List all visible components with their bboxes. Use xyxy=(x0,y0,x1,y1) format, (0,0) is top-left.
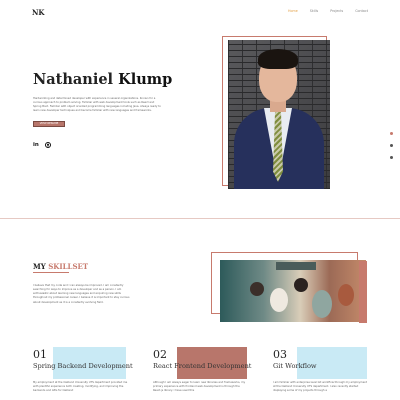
dot-skills[interactable] xyxy=(390,144,393,147)
skillset-title: MY SKILLSET xyxy=(33,262,89,271)
dot-home[interactable] xyxy=(390,132,393,135)
card-text: My employment at the Oakland University … xyxy=(33,381,128,393)
main-nav: Home Skills Projects Contact xyxy=(288,9,368,13)
github-icon[interactable] xyxy=(45,142,51,148)
card-number: 03 xyxy=(273,348,287,361)
card-number: 01 xyxy=(33,348,47,361)
card-number: 02 xyxy=(153,348,167,361)
hero-description: Hardworking and determined developer wit… xyxy=(33,97,161,113)
dot-projects[interactable] xyxy=(390,156,393,159)
site-logo[interactable]: NK xyxy=(32,8,44,17)
skillset-description: I believe that my code and I can always … xyxy=(33,284,130,304)
card-title: Git Workflow xyxy=(273,362,317,370)
nav-projects[interactable]: Projects xyxy=(330,9,343,13)
nav-skills[interactable]: Skills xyxy=(310,9,318,13)
skillset-underline xyxy=(33,272,69,273)
card-title: Spring Backend Development xyxy=(33,362,133,370)
card-text: I am familiar with enterprise level Git … xyxy=(273,381,367,393)
nav-contact[interactable]: Contact xyxy=(355,9,368,13)
first-name: Nathaniel xyxy=(33,71,114,88)
card-title: React Frontend Development xyxy=(153,362,252,370)
page-dots xyxy=(390,132,393,168)
profile-photo xyxy=(228,40,330,189)
nav-home[interactable]: Home xyxy=(288,9,298,13)
linkedin-icon[interactable]: in xyxy=(33,142,39,148)
team-photo xyxy=(220,260,366,322)
accent-bar xyxy=(359,261,367,323)
hero-name: Nathaniel Klump xyxy=(33,71,172,88)
card-text: Although I am always eager to learn new … xyxy=(153,381,246,393)
section-divider xyxy=(0,218,400,219)
view-resume-button[interactable]: VIEW RESUME xyxy=(33,121,65,127)
last-name: Klump xyxy=(118,71,173,88)
